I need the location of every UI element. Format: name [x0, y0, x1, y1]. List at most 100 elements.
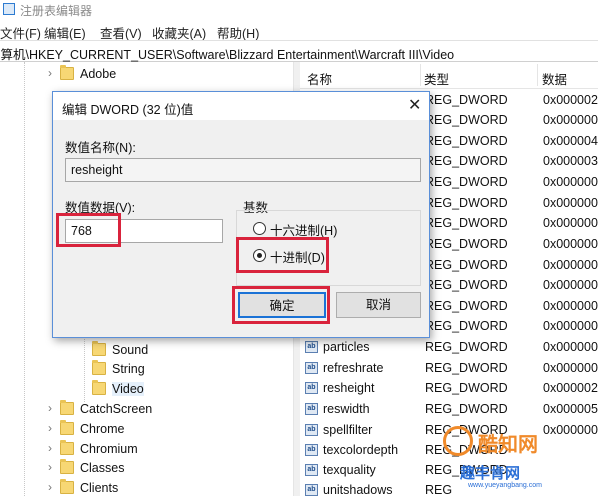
dword-value-icon: ab — [305, 403, 318, 415]
value-name: reswidth — [323, 402, 370, 416]
tree-item-label: Chromium — [80, 442, 138, 456]
folder-icon — [92, 341, 106, 356]
value-name: spellfilter — [323, 423, 373, 437]
dialog-title: 编辑 DWORD (32 位)值 — [62, 103, 194, 117]
tree-item-adobe[interactable]: › Adobe — [48, 64, 288, 84]
expand-icon[interactable]: › — [48, 441, 52, 455]
edit-dword-dialog: 编辑 DWORD (32 位)值 ✕ 数值名称(N): resheight 数值… — [52, 91, 430, 338]
value-type: REG_DWORD — [425, 134, 508, 148]
value-data: 0x000000 — [543, 340, 598, 354]
regedit-app-icon — [3, 3, 15, 15]
folder-open-icon — [92, 380, 106, 395]
value-type: REG_DWORD — [425, 278, 508, 292]
value-data: 0x000000 — [543, 237, 598, 251]
close-icon[interactable]: ✕ — [408, 95, 421, 115]
value-data: 0x000000 — [543, 175, 598, 189]
dword-value-icon: ab — [305, 362, 318, 374]
address-bar[interactable]: 计算机\HKEY_CURRENT_USER\Software\Blizzard … — [0, 40, 598, 62]
value-type: REG_DWORD — [425, 258, 508, 272]
value-name: resheight — [323, 381, 375, 395]
value-type: REG_DWORD — [425, 93, 508, 107]
tree-item-label: Sound — [112, 343, 149, 357]
highlight-ok-button — [232, 286, 330, 324]
dword-value-icon: ab — [305, 424, 318, 436]
tree-item-label: Video — [112, 382, 144, 396]
expand-icon[interactable]: › — [48, 66, 52, 80]
tree-item-classes[interactable]: › Classes — [48, 458, 288, 478]
highlight-decimal-option — [236, 237, 329, 273]
column-divider[interactable] — [420, 64, 421, 86]
value-name-text: resheight — [71, 163, 123, 177]
folder-icon — [60, 65, 74, 80]
folder-icon — [60, 459, 74, 474]
tree-item-chrome[interactable]: › Chrome — [48, 419, 288, 439]
value-data: 0x000000 — [543, 319, 598, 333]
value-data: 0x000000 — [543, 196, 598, 210]
value-data: 0x000002 — [543, 93, 598, 107]
value-row-reswidth[interactable]: ab reswidth REG_DWORD 0x000005 — [300, 399, 598, 419]
dword-value-icon: ab — [305, 382, 318, 394]
value-row-resheight[interactable]: ab resheight REG_DWORD 0x000002 — [300, 378, 598, 398]
tree-item-string[interactable]: String — [80, 359, 280, 379]
column-header-name[interactable]: 名称 — [307, 69, 332, 88]
value-type: REG_DWORD — [425, 299, 508, 313]
folder-icon — [60, 479, 74, 494]
expand-icon[interactable]: › — [48, 480, 52, 494]
hex-radio[interactable] — [253, 222, 266, 235]
address-path[interactable]: 计算机\HKEY_CURRENT_USER\Software\Blizzard … — [0, 44, 454, 63]
column-divider[interactable] — [537, 64, 538, 86]
tree-item-label: Adobe — [80, 67, 117, 81]
tree-item-label: CatchScreen — [80, 402, 153, 416]
expand-icon[interactable]: › — [48, 421, 52, 435]
value-type: REG_DWORD — [425, 319, 508, 333]
tree-item-video[interactable]: Video — [80, 379, 280, 399]
column-header-data[interactable]: 数据 — [542, 69, 567, 88]
values-list-header: 名称 类型 数据 — [300, 62, 598, 89]
value-data: 0x000000 — [543, 216, 598, 230]
expand-icon[interactable]: › — [48, 460, 52, 474]
folder-icon — [60, 440, 74, 455]
value-name-field: resheight — [65, 158, 421, 182]
value-name-label: 数值名称(N): — [65, 141, 136, 155]
value-type: REG_DWORD — [425, 154, 508, 168]
tree-item-sound[interactable]: Sound — [80, 340, 280, 360]
tree-item-label: Clients — [80, 481, 119, 495]
dword-value-icon: ab — [305, 341, 318, 353]
column-header-type[interactable]: 类型 — [424, 69, 449, 88]
value-name: particles — [323, 340, 370, 354]
highlight-value-data — [56, 213, 121, 247]
value-data: 0x000005 — [543, 402, 598, 416]
value-data: 0x000004 — [543, 134, 598, 148]
watermark-logo-icon — [443, 426, 473, 456]
value-data: 0x000000 — [543, 113, 598, 127]
expand-icon[interactable]: › — [48, 401, 52, 415]
tree-item-label: String — [112, 362, 145, 376]
menu-bar: 文件(F) 编辑(E) 查看(V) 收藏夹(A) 帮助(H) — [0, 20, 598, 41]
value-row-refreshrate[interactable]: ab refreshrate REG_DWORD 0x000000 — [300, 358, 598, 378]
value-type: REG_DWORD — [425, 381, 508, 395]
value-name: texquality — [323, 463, 376, 477]
value-name: refreshrate — [323, 361, 384, 375]
value-type: REG_DWORD — [425, 402, 508, 416]
value-type: REG_DWORD — [425, 237, 508, 251]
value-type: REG_DWORD — [425, 113, 508, 127]
tree-item-clients[interactable]: › Clients — [48, 478, 288, 498]
watermark: 酷知网 趣丰肯网 www.yueyangbang.com — [440, 420, 598, 496]
folder-icon — [60, 400, 74, 415]
folder-icon — [92, 360, 106, 375]
tree-item-chromium[interactable]: › Chromium — [48, 439, 288, 459]
cancel-button[interactable]: 取消 — [336, 292, 421, 318]
value-data: 0x000002 — [543, 381, 598, 395]
value-data: 0x000003 — [543, 154, 598, 168]
value-row-particles[interactable]: ab particles REG_DWORD 0x000000 — [300, 337, 598, 357]
dword-value-icon: ab — [305, 464, 318, 476]
watermark-url: www.yueyangbang.com — [468, 482, 542, 489]
dword-value-icon: ab — [305, 484, 318, 496]
folder-icon — [60, 420, 74, 435]
value-type: REG_DWORD — [425, 361, 508, 375]
dialog-title-bar: 编辑 DWORD (32 位)值 ✕ — [53, 92, 429, 120]
value-type: REG_DWORD — [425, 340, 508, 354]
tree-item-catchscreen[interactable]: › CatchScreen — [48, 399, 288, 419]
value-data: 0x000000 — [543, 278, 598, 292]
value-type: REG_DWORD — [425, 196, 508, 210]
